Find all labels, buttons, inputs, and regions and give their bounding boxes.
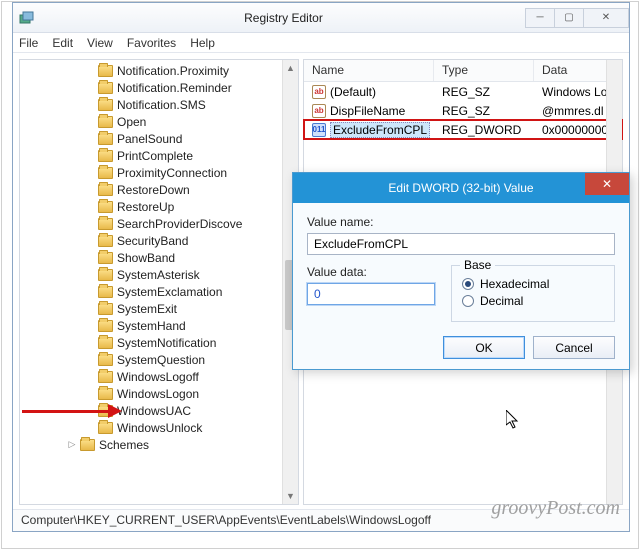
edit-dword-dialog: Edit DWORD (32-bit) Value ✕ Value name: … [292,172,630,370]
tree-item[interactable]: WindowsLogoff [24,368,282,385]
menu-favorites[interactable]: Favorites [127,36,176,50]
column-type[interactable]: Type [434,60,534,81]
tree-item[interactable]: Notification.SMS [24,96,282,113]
tree-item[interactable]: PrintComplete [24,147,282,164]
list-header[interactable]: Name Type Data [304,60,622,82]
tree-item[interactable]: SystemExclamation [24,283,282,300]
tree-item[interactable]: RestoreDown [24,181,282,198]
tree-item[interactable]: SearchProviderDiscove [24,215,282,232]
tree-item[interactable]: Open [24,113,282,130]
maximize-button[interactable]: ▢ [554,8,584,28]
tree-item[interactable]: ProximityConnection [24,164,282,181]
scroll-up-icon[interactable]: ▲ [283,60,298,76]
tree-item[interactable]: PanelSound [24,130,282,147]
expand-icon[interactable]: ▷ [66,439,78,450]
tree-item[interactable]: SystemHand [24,317,282,334]
folder-icon [98,405,113,417]
radio-icon [462,278,474,290]
value-name-label: Value name: [307,215,615,229]
tree-item[interactable]: RestoreUp [24,198,282,215]
cancel-button[interactable]: Cancel [533,336,615,359]
menu-file[interactable]: File [19,36,38,50]
folder-icon [98,371,113,383]
column-name[interactable]: Name [304,60,434,81]
folder-icon [98,235,113,247]
folder-icon [98,303,113,315]
radio-decimal[interactable]: Decimal [462,294,604,308]
tree-pane[interactable]: Notification.ProximityNotification.Remin… [19,59,299,505]
tree-item[interactable]: WindowsUAC [24,402,282,419]
folder-icon [98,422,113,434]
window-title: Registry Editor [41,11,526,25]
string-icon: ab [312,104,326,118]
minimize-button[interactable]: ─ [525,8,555,28]
folder-icon [98,116,113,128]
folder-icon [98,337,113,349]
tree-item[interactable]: SecurityBand [24,232,282,249]
string-icon: ab [312,85,326,99]
folder-icon [98,133,113,145]
folder-icon [98,184,113,196]
app-icon [19,10,35,26]
menu-view[interactable]: View [87,36,113,50]
list-row[interactable]: abDispFileNameREG_SZ@mmres.dl [304,101,622,120]
tree-item[interactable]: SystemNotification [24,334,282,351]
dialog-titlebar[interactable]: Edit DWORD (32-bit) Value ✕ [293,173,629,203]
radio-hexadecimal[interactable]: Hexadecimal [462,277,604,291]
folder-icon [98,252,113,264]
dword-icon: 011 [312,123,326,137]
value-name-input[interactable] [307,233,615,255]
tree-item[interactable]: Notification.Reminder [24,79,282,96]
folder-icon [98,286,113,298]
tree-item[interactable]: WindowsLogon [24,385,282,402]
folder-icon [98,354,113,366]
list-row[interactable]: 011ExcludeFromCPLREG_DWORD0x00000000 [304,120,622,139]
value-data-input[interactable] [307,283,435,305]
tree-item[interactable]: ▷Schemes [24,436,282,453]
tree-item[interactable]: WindowsUnlock [24,419,282,436]
tree-item[interactable]: SystemQuestion [24,351,282,368]
tree-item[interactable]: ShowBand [24,249,282,266]
list-row[interactable]: ab(Default)REG_SZWindows Lo [304,82,622,101]
base-legend: Base [460,258,495,272]
folder-icon [98,167,113,179]
close-button[interactable]: ✕ [583,8,629,28]
folder-icon [98,65,113,77]
folder-icon [98,201,113,213]
tree-item[interactable]: Notification.Proximity [24,62,282,79]
tree-item[interactable]: SystemExit [24,300,282,317]
folder-icon [80,439,95,451]
folder-icon [98,218,113,230]
folder-icon [98,99,113,111]
menu-help[interactable]: Help [190,36,215,50]
folder-icon [98,388,113,400]
tree-item[interactable]: SystemAsterisk [24,266,282,283]
ok-button[interactable]: OK [443,336,525,359]
radio-icon [462,295,474,307]
folder-icon [98,82,113,94]
dialog-title: Edit DWORD (32-bit) Value [388,181,533,195]
base-fieldset: Base Hexadecimal Decimal [451,265,615,322]
dialog-close-button[interactable]: ✕ [585,173,629,195]
menu-edit[interactable]: Edit [52,36,73,50]
value-data-label: Value data: [307,265,435,279]
folder-icon [98,320,113,332]
status-bar: Computer\HKEY_CURRENT_USER\AppEvents\Eve… [13,509,629,531]
folder-icon [98,150,113,162]
folder-icon [98,269,113,281]
scroll-down-icon[interactable]: ▼ [283,488,298,504]
titlebar[interactable]: Registry Editor ─ ▢ ✕ [13,3,629,33]
menu-bar: File Edit View Favorites Help [13,33,629,53]
